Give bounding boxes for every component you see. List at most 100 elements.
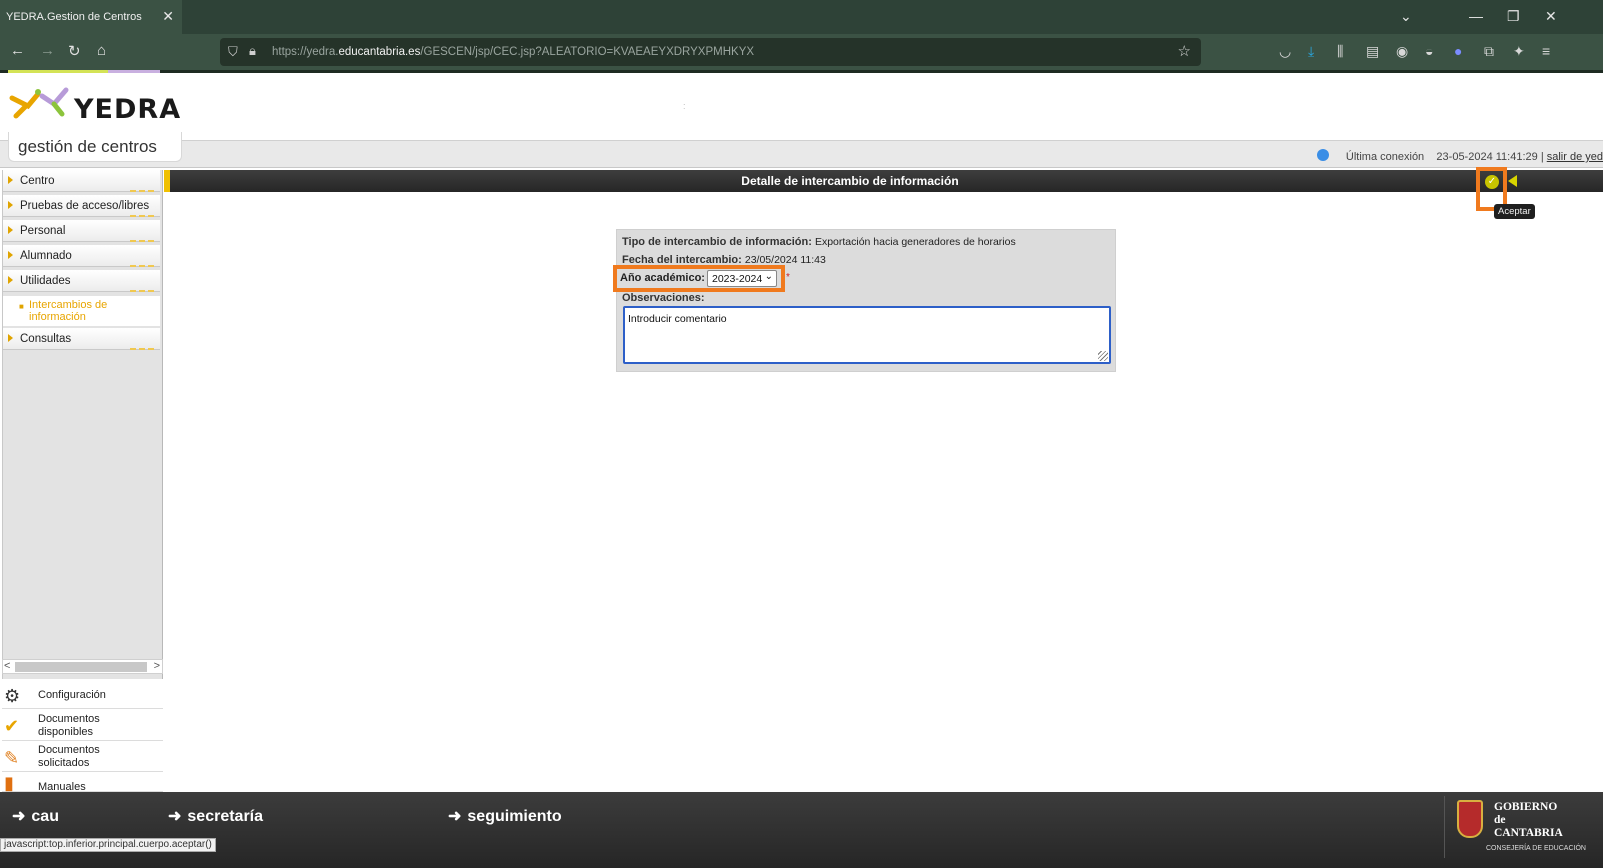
library-icon[interactable]: ⫼ xyxy=(1337,43,1343,60)
tipo-label: Tipo de intercambio de información: xyxy=(622,236,812,248)
tab-list-icon[interactable]: ⌄ xyxy=(1400,8,1412,25)
back-arrow-icon[interactable] xyxy=(1508,175,1517,187)
sidebar-item-consultas[interactable]: Consultas xyxy=(3,328,160,350)
tipo-row: Tipo de intercambio de información: Expo… xyxy=(622,236,1016,248)
tool-label: Documentos solicitados xyxy=(38,744,100,769)
tool-documentos-solicitados[interactable]: ✎ Documentos solicitados xyxy=(2,742,163,772)
logo-text: YEDRA xyxy=(74,94,182,125)
arrow-icon: ➜ xyxy=(448,808,462,825)
scroll-left-icon[interactable]: < xyxy=(4,660,10,672)
detail-form: Tipo de intercambio de información: Expo… xyxy=(613,229,1116,372)
browser-tab-bar: YEDRA.Gestion de Centros ✕ ⌄ — ❐ ✕ xyxy=(0,0,1603,34)
extension-circle-icon[interactable]: ● xyxy=(1454,43,1462,59)
separator: | xyxy=(1540,151,1544,163)
obs-label: Observaciones: xyxy=(622,292,705,304)
tool-documentos-disponibles[interactable]: ✔ Documentos disponibles xyxy=(2,710,163,741)
anio-select[interactable]: 2023-2024 ⌄ xyxy=(707,270,777,287)
checkmark-icon: ✔ xyxy=(4,716,20,736)
sub-header: Última conexión 23-05-2024 11:41:29 | sa… xyxy=(0,140,1603,168)
gestion-tab: gestión de centros xyxy=(8,132,182,162)
tab-close-icon[interactable]: ✕ xyxy=(162,8,174,25)
app-subtitle: gestión de centros xyxy=(18,137,157,156)
arrow-right-icon xyxy=(8,226,13,234)
observaciones-text: Introducir comentario xyxy=(628,313,727,325)
anio-label: Año académico: xyxy=(620,272,705,284)
gobierno-text: GOBIERNO de CANTABRIA xyxy=(1494,801,1563,839)
tipo-value: Exportación hacia generadores de horario… xyxy=(814,236,1016,248)
sidebar: Centro Pruebas de acceso/libres Personal… xyxy=(2,170,163,679)
connection-time: 23-05-2024 11:41:29 xyxy=(1436,151,1538,163)
bullet-icon: ■ xyxy=(19,302,24,311)
tool-label: Configuración xyxy=(38,689,106,701)
logout-link[interactable]: salir de yed xyxy=(1547,151,1603,163)
submenu-intercambios[interactable]: ■ Intercambios de información xyxy=(3,296,160,326)
screenshot-icon[interactable]: ⧉ xyxy=(1484,43,1494,60)
connection-label: Última conexión xyxy=(1345,151,1425,163)
scroll-right-icon[interactable]: > xyxy=(154,660,160,672)
gears-icon: ⚙ xyxy=(4,686,21,706)
sidebar-item-label: Utilidades xyxy=(20,275,71,287)
arrow-right-icon xyxy=(8,201,13,209)
reload-icon[interactable]: ↻ xyxy=(68,42,81,60)
arrow-right-icon xyxy=(8,276,13,284)
extension-mask-icon[interactable]: ◒ xyxy=(1425,43,1433,59)
account-icon[interactable]: ◉ xyxy=(1396,43,1408,60)
tool-configuracion[interactable]: ⚙ Configuración xyxy=(2,680,163,709)
sidebar-icon[interactable]: ▤ xyxy=(1366,43,1379,60)
forward-icon[interactable]: → xyxy=(40,42,55,59)
home-icon[interactable]: ⌂ xyxy=(97,42,106,59)
extensions-puzzle-icon[interactable]: ✦ xyxy=(1513,43,1525,60)
sidebar-item-utilidades[interactable]: Utilidades xyxy=(3,270,160,292)
sidebar-scrollbar[interactable]: < > xyxy=(2,659,163,674)
anio-highlight: Año académico: 2023-2024 ⌄ xyxy=(613,265,785,292)
url-text[interactable]: https://yedra.educantabria.es/GESCEN/jsp… xyxy=(272,46,754,58)
page-title: Detalle de intercambio de información xyxy=(741,174,959,188)
url-bar[interactable]: ⛉ 🔒︎ https://yedra.educantabria.es/GESCE… xyxy=(220,38,1201,66)
arrow-icon: ➜ xyxy=(12,808,26,825)
faint-mark: : xyxy=(683,101,686,111)
accept-tooltip: Aceptar xyxy=(1494,204,1535,219)
sidebar-item-label: Personal xyxy=(20,225,66,237)
browser-nav-bar: ← → ↻ ⌂ ⛉ 🔒︎ https://yedra.educantabria.… xyxy=(0,34,1603,70)
consejeria-text: CONSEJERÍA DE EDUCACIÓN xyxy=(1486,845,1586,852)
sidebar-item-personal[interactable]: Personal xyxy=(3,220,160,242)
submenu-item-label: Intercambios de información xyxy=(29,299,108,323)
footer-link-secretaria[interactable]: ➜ secretaría xyxy=(168,806,263,826)
yedra-logo-icon xyxy=(9,87,69,119)
arrow-right-icon xyxy=(8,251,13,259)
menu-icon[interactable]: ≡ xyxy=(1542,43,1550,59)
accent-line xyxy=(0,70,1603,73)
sidebar-item-alumnado[interactable]: Alumnado xyxy=(3,245,160,267)
content-title-bar: Detalle de intercambio de información xyxy=(164,170,1603,192)
window-close-icon[interactable]: ✕ xyxy=(1545,8,1557,25)
bookmark-star-icon[interactable]: ☆ xyxy=(1178,42,1191,60)
sidebar-item-centro[interactable]: Centro xyxy=(3,170,160,192)
back-icon[interactable]: ← xyxy=(10,42,25,59)
resize-grip-icon[interactable] xyxy=(1098,351,1108,361)
chevron-down-icon: ⌄ xyxy=(764,271,773,282)
download-icon[interactable]: ⤓ xyxy=(1308,43,1314,60)
lock-icon[interactable]: 🔒︎ xyxy=(249,43,256,59)
obs-row: Observaciones: xyxy=(622,292,705,304)
sidebar-item-label: Consultas xyxy=(20,333,72,345)
shield-icon[interactable]: ⛉ xyxy=(228,44,238,60)
coat-of-arms-icon xyxy=(1457,800,1483,838)
sidebar-item-label: Centro xyxy=(20,175,55,187)
book-icon: ▮ xyxy=(4,773,14,793)
tool-manuales[interactable]: ▮ Manuales xyxy=(2,773,163,793)
observaciones-textarea[interactable]: Introducir comentario xyxy=(623,306,1111,364)
pencil-icon: ✎ xyxy=(4,748,20,768)
status-dot-icon xyxy=(1316,149,1329,161)
sidebar-item-pruebas[interactable]: Pruebas de acceso/libres xyxy=(3,195,160,217)
minimize-icon[interactable]: — xyxy=(1469,8,1483,24)
footer: ➜ cau ➜ secretaría ➜ seguimiento GOBIERNO d… xyxy=(0,792,1603,868)
restore-icon[interactable]: ❐ xyxy=(1507,8,1520,25)
scroll-thumb[interactable] xyxy=(15,662,147,672)
pocket-icon[interactable]: ◡ xyxy=(1279,43,1291,60)
footer-link-cau[interactable]: ➜ cau xyxy=(12,806,59,826)
footer-link-seguimiento[interactable]: ➜ seguimiento xyxy=(448,806,562,826)
arrow-right-icon xyxy=(8,176,13,184)
sidebar-item-label: Alumnado xyxy=(20,250,72,262)
browser-tab[interactable]: YEDRA.Gestion de Centros ✕ xyxy=(0,0,182,34)
status-bar-url: javascript:top.inferior.principal.cuerpo… xyxy=(0,838,216,852)
